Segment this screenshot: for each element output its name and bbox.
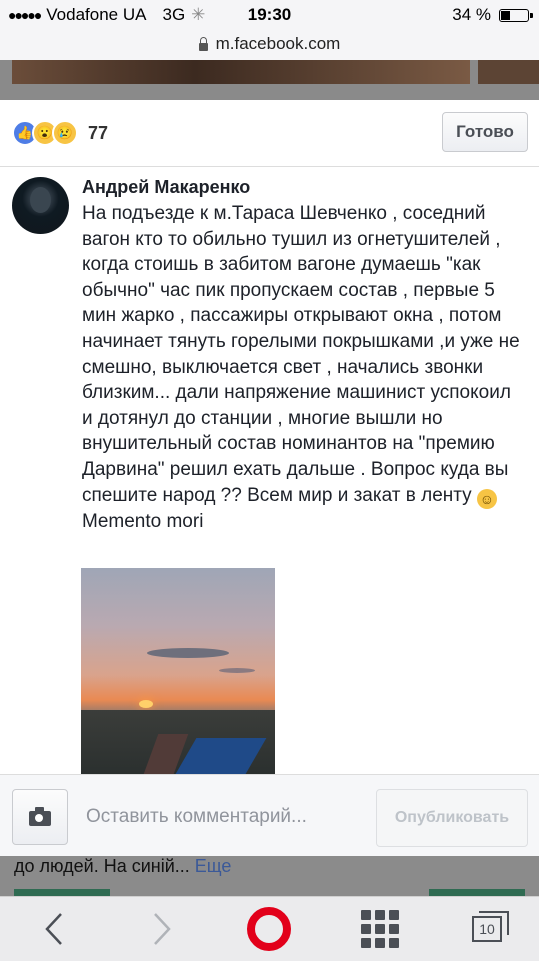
- tabs-icon: 10: [472, 911, 509, 942]
- lock-icon: [198, 36, 208, 51]
- publish-button[interactable]: Опубликовать: [376, 789, 528, 847]
- snippet-text: до людей. На синій...: [14, 856, 190, 876]
- back-button[interactable]: [32, 907, 76, 951]
- tabs-button[interactable]: 10: [462, 907, 512, 951]
- url-text: m.facebook.com: [215, 34, 341, 53]
- opera-menu-icon[interactable]: [247, 907, 291, 951]
- comment-text: На подъезде к м.Тараса Шевченко , соседн…: [82, 201, 522, 534]
- comments-modal: 👍 😮 😢 77 Готово Андрей Макаренко На подъ…: [0, 100, 539, 857]
- camera-icon: [29, 807, 51, 826]
- battery-percent: 34 %: [452, 5, 491, 24]
- reaction-count: 77: [88, 122, 109, 143]
- tab-count: 10: [479, 921, 495, 937]
- address-bar[interactable]: m.facebook.com: [0, 30, 539, 60]
- sad-reaction-icon: 😢: [52, 120, 78, 146]
- sunset-photo[interactable]: [81, 568, 275, 774]
- comment-author[interactable]: Андрей Макаренко: [82, 177, 250, 198]
- avatar[interactable]: [12, 177, 69, 234]
- comment-body: На подъезде к м.Тараса Шевченко , соседн…: [82, 203, 520, 506]
- chevron-left-icon: [45, 913, 62, 945]
- background-image: [478, 60, 539, 84]
- reactions-summary[interactable]: 👍 😮 😢 77: [12, 120, 108, 146]
- post-snippet: до людей. На синій... Еще: [14, 856, 231, 877]
- background-feed-top: [0, 60, 539, 100]
- browser-toolbar: 10: [0, 896, 539, 961]
- forward-button[interactable]: [140, 907, 184, 951]
- see-more-link[interactable]: Еще: [195, 856, 232, 876]
- status-bar: ●●●●● Vodafone UA 3G ✳ 19:30 34 %: [0, 0, 539, 30]
- done-button[interactable]: Готово: [442, 112, 528, 152]
- smile-emoji-icon: ☺: [476, 488, 497, 509]
- background-feed-bottom: до людей. На синій... Еще: [0, 856, 539, 896]
- chevron-right-icon: [154, 913, 171, 945]
- comment-composer: Опубликовать: [0, 774, 539, 857]
- camera-button[interactable]: [12, 789, 68, 845]
- battery-icon: [499, 8, 533, 22]
- grid-icon: [361, 910, 399, 948]
- comment-suffix: Memento mori: [82, 510, 204, 532]
- speed-dial-button[interactable]: [358, 907, 402, 951]
- background-image: [12, 60, 470, 84]
- comment-input[interactable]: [74, 789, 366, 845]
- modal-header: 👍 😮 😢 77 Готово: [0, 100, 539, 167]
